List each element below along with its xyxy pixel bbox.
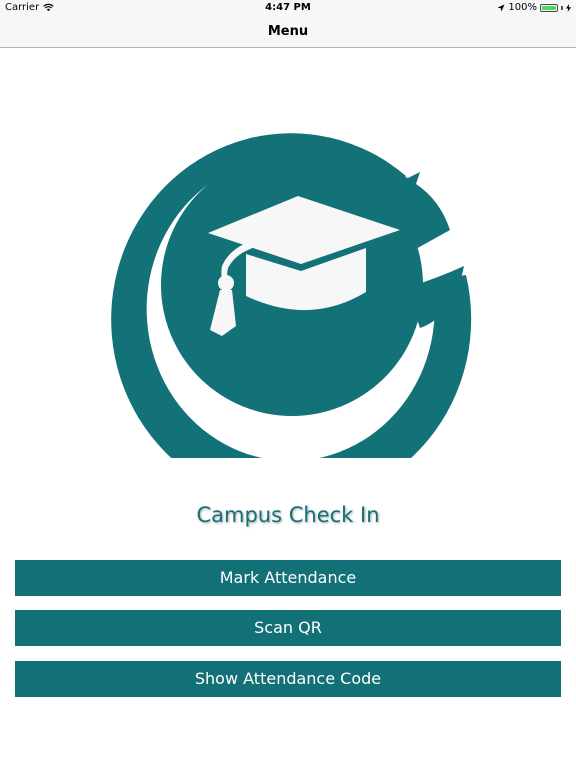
- battery-cap: [561, 5, 563, 10]
- navigation-bar: Menu: [0, 16, 576, 48]
- battery-icon: [540, 3, 558, 12]
- charging-bolt-icon: [566, 3, 571, 12]
- status-time: 4:47 PM: [265, 2, 311, 13]
- app-title: Campus Check In: [196, 503, 380, 527]
- graduation-cap-logo-icon: [111, 133, 472, 458]
- menu-screen: Carrier 4:47 PM 100% Menu Campus Check I…: [0, 0, 576, 768]
- battery-percent: 100%: [508, 2, 537, 13]
- status-right: 100%: [497, 2, 571, 13]
- status-bar: Carrier 4:47 PM 100%: [0, 0, 576, 16]
- battery-fill: [542, 5, 556, 10]
- show-attendance-code-button[interactable]: Show Attendance Code: [15, 661, 561, 697]
- scan-qr-button[interactable]: Scan QR: [15, 610, 561, 646]
- location-arrow-icon: [497, 4, 505, 11]
- mark-attendance-button[interactable]: Mark Attendance: [15, 560, 561, 596]
- nav-title: Menu: [267, 24, 309, 39]
